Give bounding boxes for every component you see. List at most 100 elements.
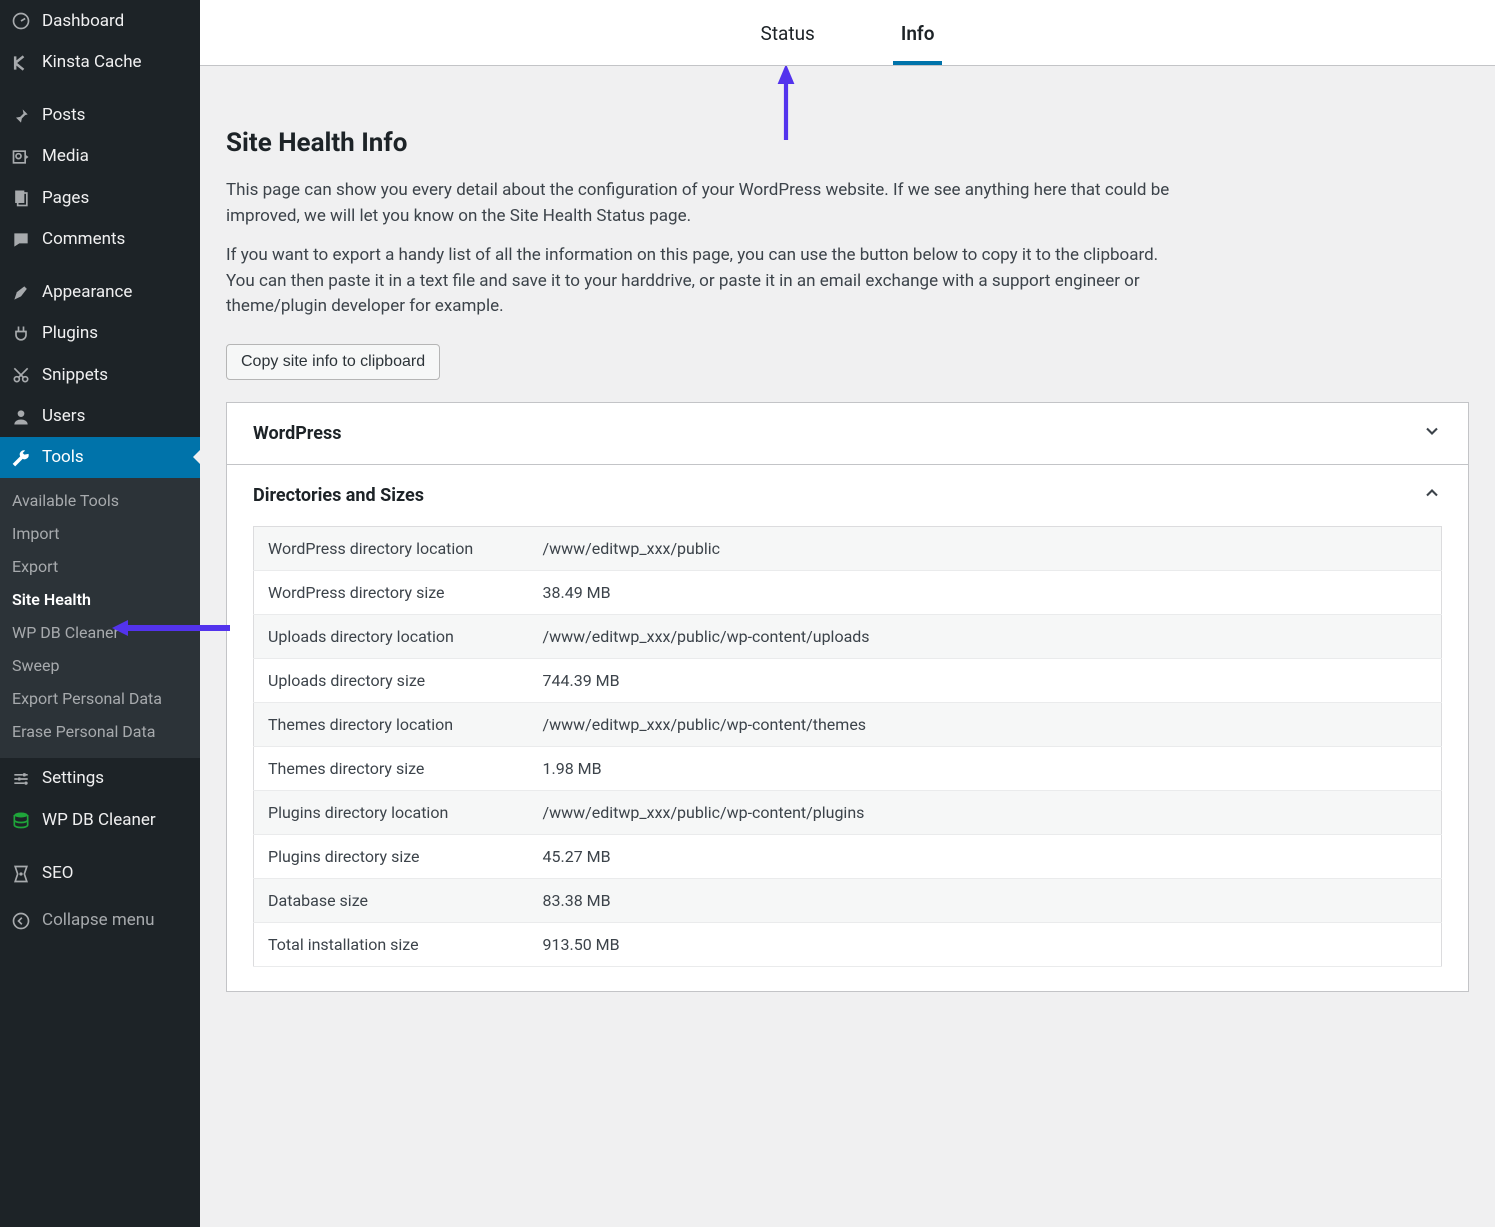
sidebar-item-label: Plugins [42, 323, 98, 343]
page-desc-2: If you want to export a handy list of al… [226, 243, 1186, 320]
page-title: Site Health Info [226, 128, 1469, 158]
table-row: WordPress directory size38.49 MB [254, 570, 1442, 614]
snippets-icon [10, 364, 32, 385]
collapse-menu-button[interactable]: Collapse menu [0, 900, 200, 941]
table-row: WordPress directory location/www/editwp_… [254, 526, 1442, 570]
submenu-item-sweep[interactable]: Sweep [0, 649, 200, 682]
info-key: WordPress directory location [254, 526, 529, 570]
copy-site-info-button[interactable]: Copy site info to clipboard [226, 344, 440, 380]
submenu-item-site-health[interactable]: Site Health [0, 583, 200, 616]
table-row: Plugins directory size45.27 MB [254, 834, 1442, 878]
site-health-tabs: Status Info [200, 0, 1495, 66]
sidebar-item-label: WP DB Cleaner [42, 810, 156, 830]
panel-wordpress-toggle[interactable]: WordPress [227, 403, 1468, 464]
plugins-icon [10, 323, 32, 344]
info-key: Uploads directory size [254, 658, 529, 702]
info-value: /www/editwp_xxx/public [529, 526, 1442, 570]
pin-icon [10, 105, 32, 126]
info-key: Plugins directory location [254, 790, 529, 834]
info-value: 83.38 MB [529, 878, 1442, 922]
kinsta-icon [10, 51, 32, 72]
sidebar-item-label: SEO [42, 863, 73, 883]
sidebar-item-label: Snippets [42, 365, 108, 385]
sidebar-item-posts[interactable]: Posts [0, 95, 200, 136]
submenu-item-import[interactable]: Import [0, 517, 200, 550]
info-key: WordPress directory size [254, 570, 529, 614]
sidebar-item-plugins[interactable]: Plugins [0, 313, 200, 354]
sidebar-item-label: Comments [42, 229, 125, 249]
sidebar-item-dashboard[interactable]: Dashboard [0, 0, 200, 41]
admin-sidebar: Dashboard Kinsta Cache Posts Media Pages Comm… [0, 0, 200, 1227]
sidebar-item-label: Media [42, 146, 89, 166]
submenu-item-export-personal-data[interactable]: Export Personal Data [0, 682, 200, 715]
sidebar-item-tools[interactable]: Tools [0, 437, 200, 478]
info-value: 45.27 MB [529, 834, 1442, 878]
sidebar-item-label: Settings [42, 768, 104, 788]
info-key: Themes directory location [254, 702, 529, 746]
panel-directories-toggle[interactable]: Directories and Sizes [227, 465, 1468, 526]
sidebar-item-seo[interactable]: SEO [0, 852, 200, 893]
info-key: Database size [254, 878, 529, 922]
panel-wordpress-title: WordPress [253, 423, 341, 444]
content-wrap: Site Health Info This page can show you … [200, 66, 1495, 1227]
info-key: Total installation size [254, 922, 529, 966]
info-key: Plugins directory size [254, 834, 529, 878]
info-key: Themes directory size [254, 746, 529, 790]
media-icon [10, 146, 32, 167]
panel-directories-sizes: Directories and Sizes WordPress director… [226, 465, 1469, 992]
sidebar-item-label: Kinsta Cache [42, 52, 142, 72]
users-icon [10, 405, 32, 426]
info-value: /www/editwp_xxx/public/wp-content/upload… [529, 614, 1442, 658]
pages-icon [10, 187, 32, 208]
info-value: 913.50 MB [529, 922, 1442, 966]
sidebar-item-media[interactable]: Media [0, 136, 200, 177]
directories-sizes-table: WordPress directory location/www/editwp_… [253, 526, 1442, 967]
tools-icon [10, 447, 32, 468]
comments-icon [10, 228, 32, 249]
tab-info[interactable]: Info [893, 18, 943, 65]
info-value: 38.49 MB [529, 570, 1442, 614]
chevron-down-icon [1422, 421, 1442, 446]
table-row: Database size83.38 MB [254, 878, 1442, 922]
table-row: Themes directory size1.98 MB [254, 746, 1442, 790]
appearance-icon [10, 282, 32, 303]
sidebar-item-label: Appearance [42, 282, 132, 302]
info-value: /www/editwp_xxx/public/wp-content/plugin… [529, 790, 1442, 834]
collapse-icon [10, 910, 32, 931]
panel-wordpress: WordPress [226, 402, 1469, 465]
table-row: Uploads directory size744.39 MB [254, 658, 1442, 702]
info-value: 744.39 MB [529, 658, 1442, 702]
chevron-up-icon [1422, 483, 1442, 508]
settings-icon [10, 768, 32, 789]
submenu-item-erase-personal-data[interactable]: Erase Personal Data [0, 715, 200, 748]
table-row: Plugins directory location/www/editwp_xx… [254, 790, 1442, 834]
panel-directories-title: Directories and Sizes [253, 485, 424, 506]
sidebar-submenu-tools: Available ToolsImportExportSite HealthWP… [0, 478, 200, 758]
sidebar-item-wp-db-cleaner[interactable]: WP DB Cleaner [0, 799, 200, 840]
table-row: Themes directory location/www/editwp_xxx… [254, 702, 1442, 746]
collapse-menu-label: Collapse menu [42, 910, 155, 930]
sidebar-item-kinsta-cache[interactable]: Kinsta Cache [0, 41, 200, 82]
sidebar-item-snippets[interactable]: Snippets [0, 354, 200, 395]
sidebar-item-pages[interactable]: Pages [0, 177, 200, 218]
info-value: 1.98 MB [529, 746, 1442, 790]
submenu-item-wp-db-cleaner[interactable]: WP DB Cleaner [0, 616, 200, 649]
sidebar-item-label: Users [42, 406, 85, 426]
submenu-item-export[interactable]: Export [0, 550, 200, 583]
submenu-item-available-tools[interactable]: Available Tools [0, 484, 200, 517]
dashboard-icon [10, 10, 32, 31]
tab-status[interactable]: Status [753, 18, 823, 65]
sidebar-item-users[interactable]: Users [0, 395, 200, 436]
sidebar-item-settings[interactable]: Settings [0, 758, 200, 799]
page-desc-1: This page can show you every detail abou… [226, 178, 1186, 229]
sidebar-item-label: Pages [42, 188, 89, 208]
db-icon [10, 809, 32, 830]
info-value: /www/editwp_xxx/public/wp-content/themes [529, 702, 1442, 746]
main-area: Status Info Site Health Info This page c… [200, 0, 1495, 1227]
sidebar-item-appearance[interactable]: Appearance [0, 272, 200, 313]
sidebar-item-comments[interactable]: Comments [0, 218, 200, 259]
table-row: Uploads directory location/www/editwp_xx… [254, 614, 1442, 658]
sidebar-item-label: Tools [42, 447, 84, 467]
seo-icon [10, 862, 32, 883]
table-row: Total installation size913.50 MB [254, 922, 1442, 966]
